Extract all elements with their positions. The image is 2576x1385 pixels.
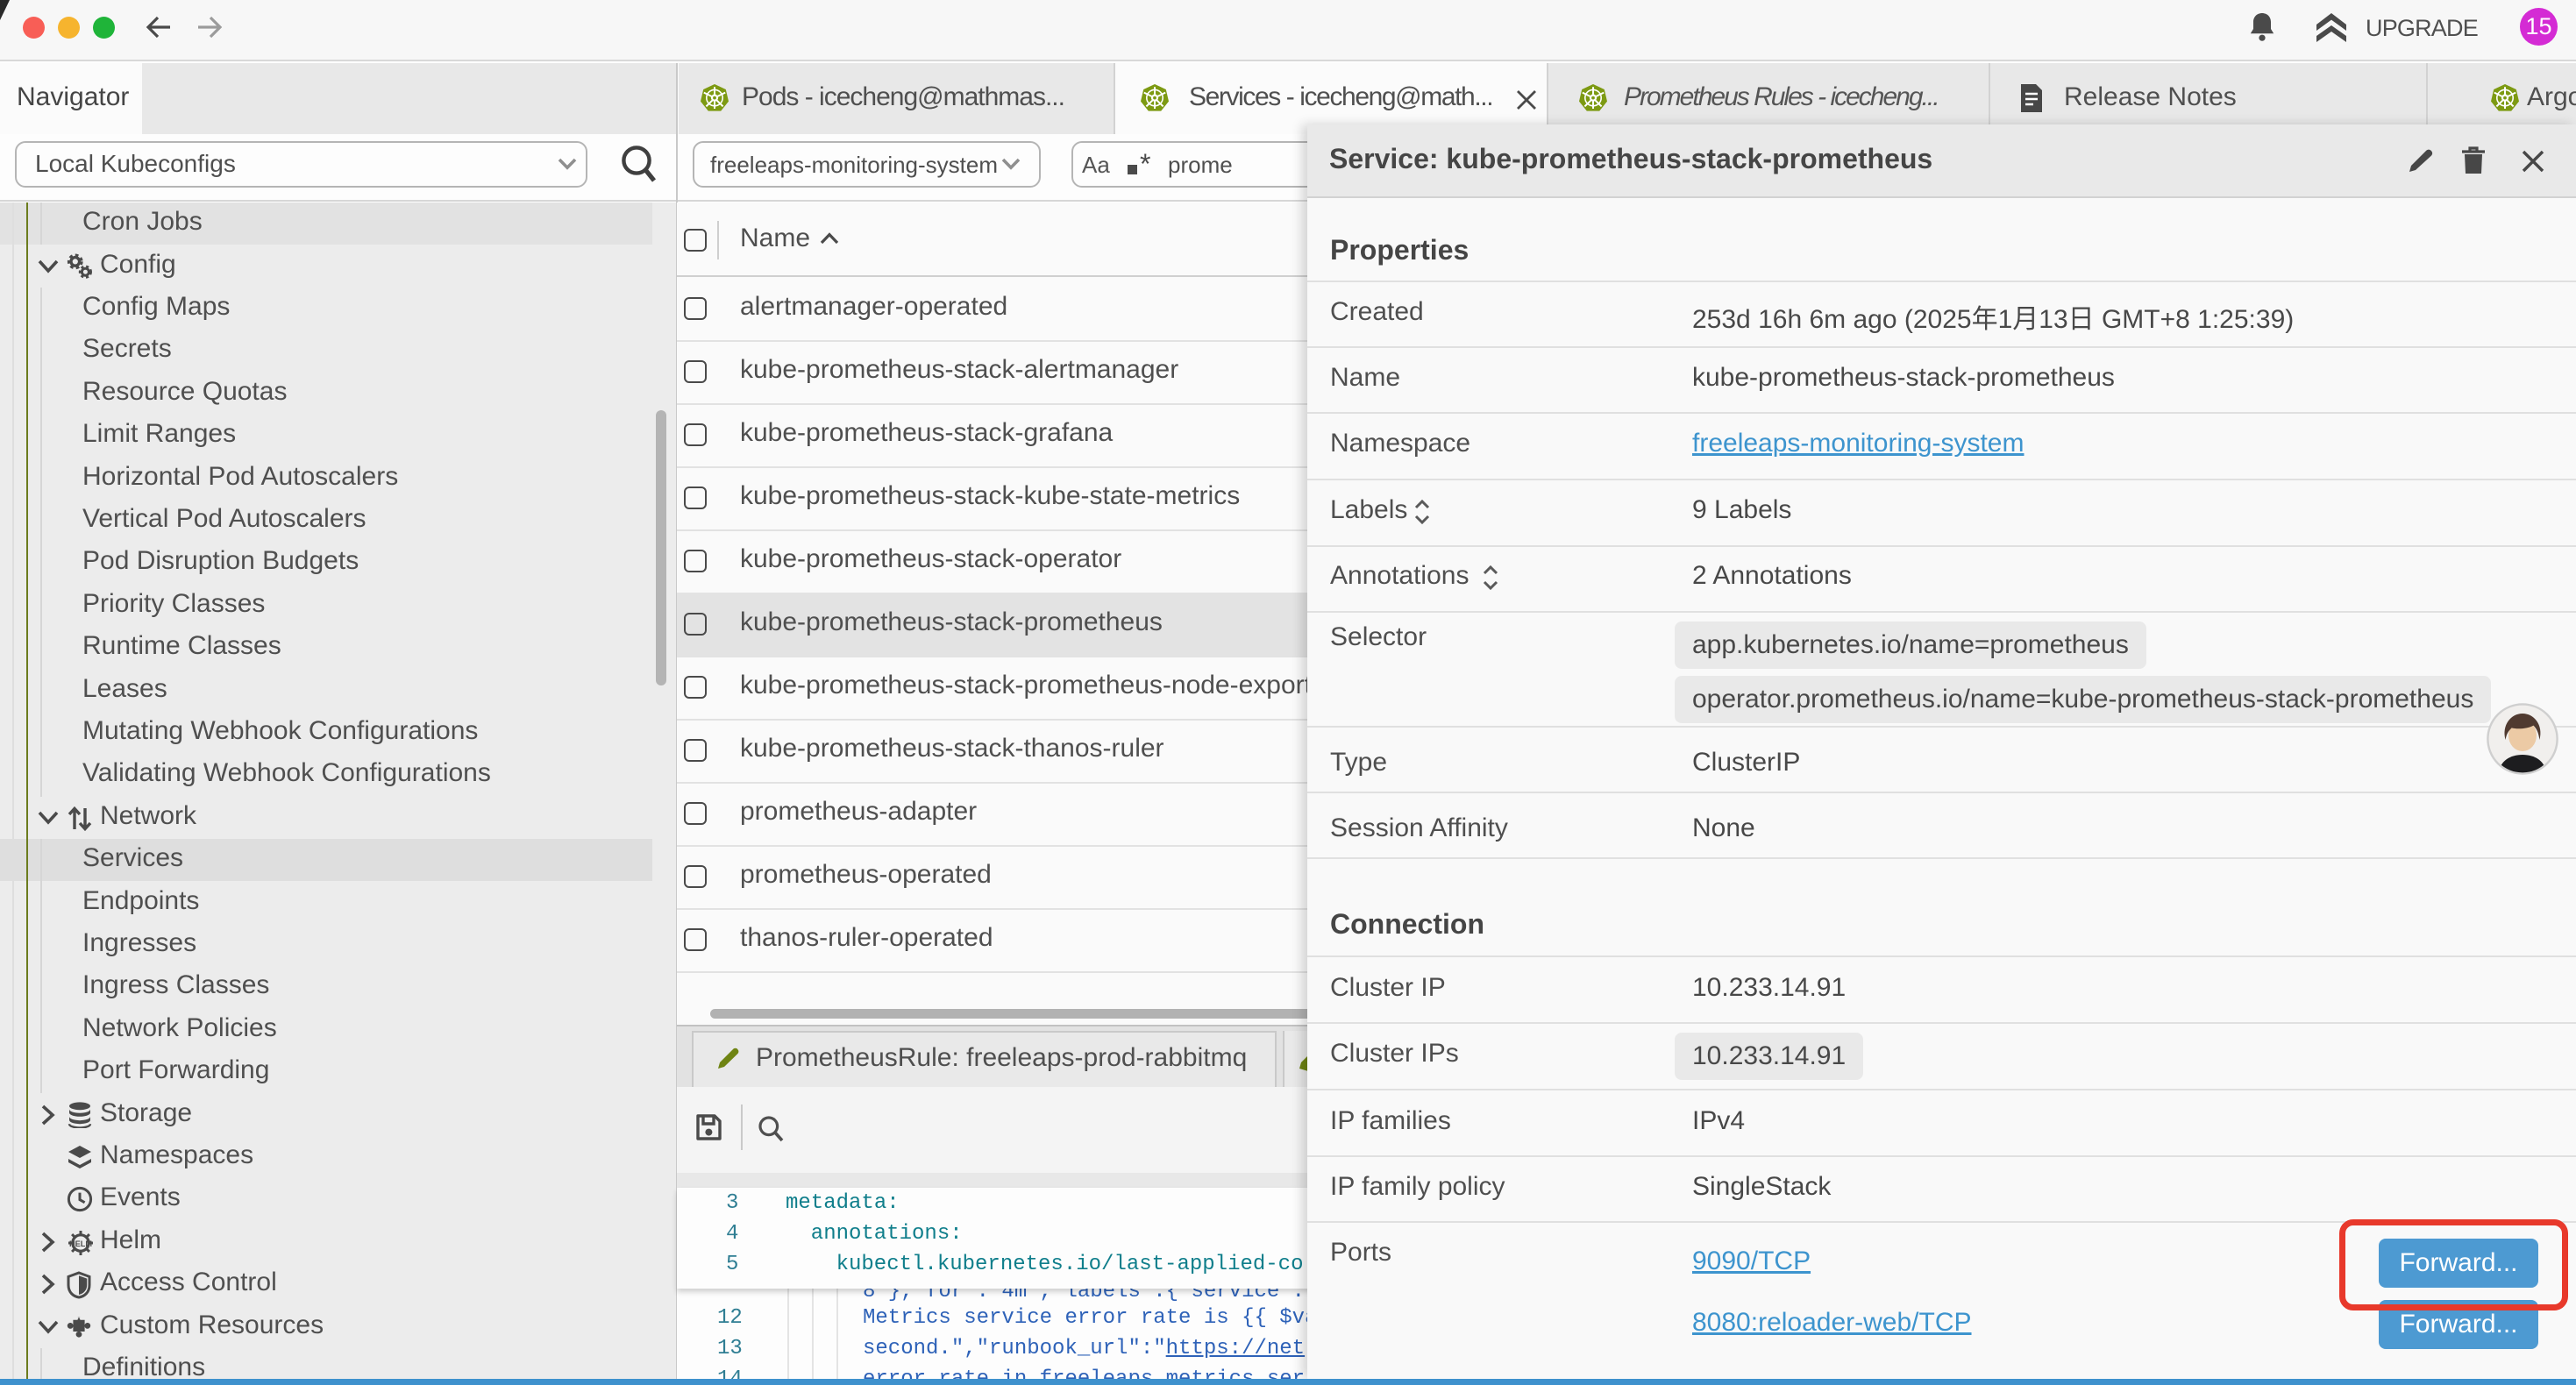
svg-text:HELM: HELM [69,1239,92,1248]
